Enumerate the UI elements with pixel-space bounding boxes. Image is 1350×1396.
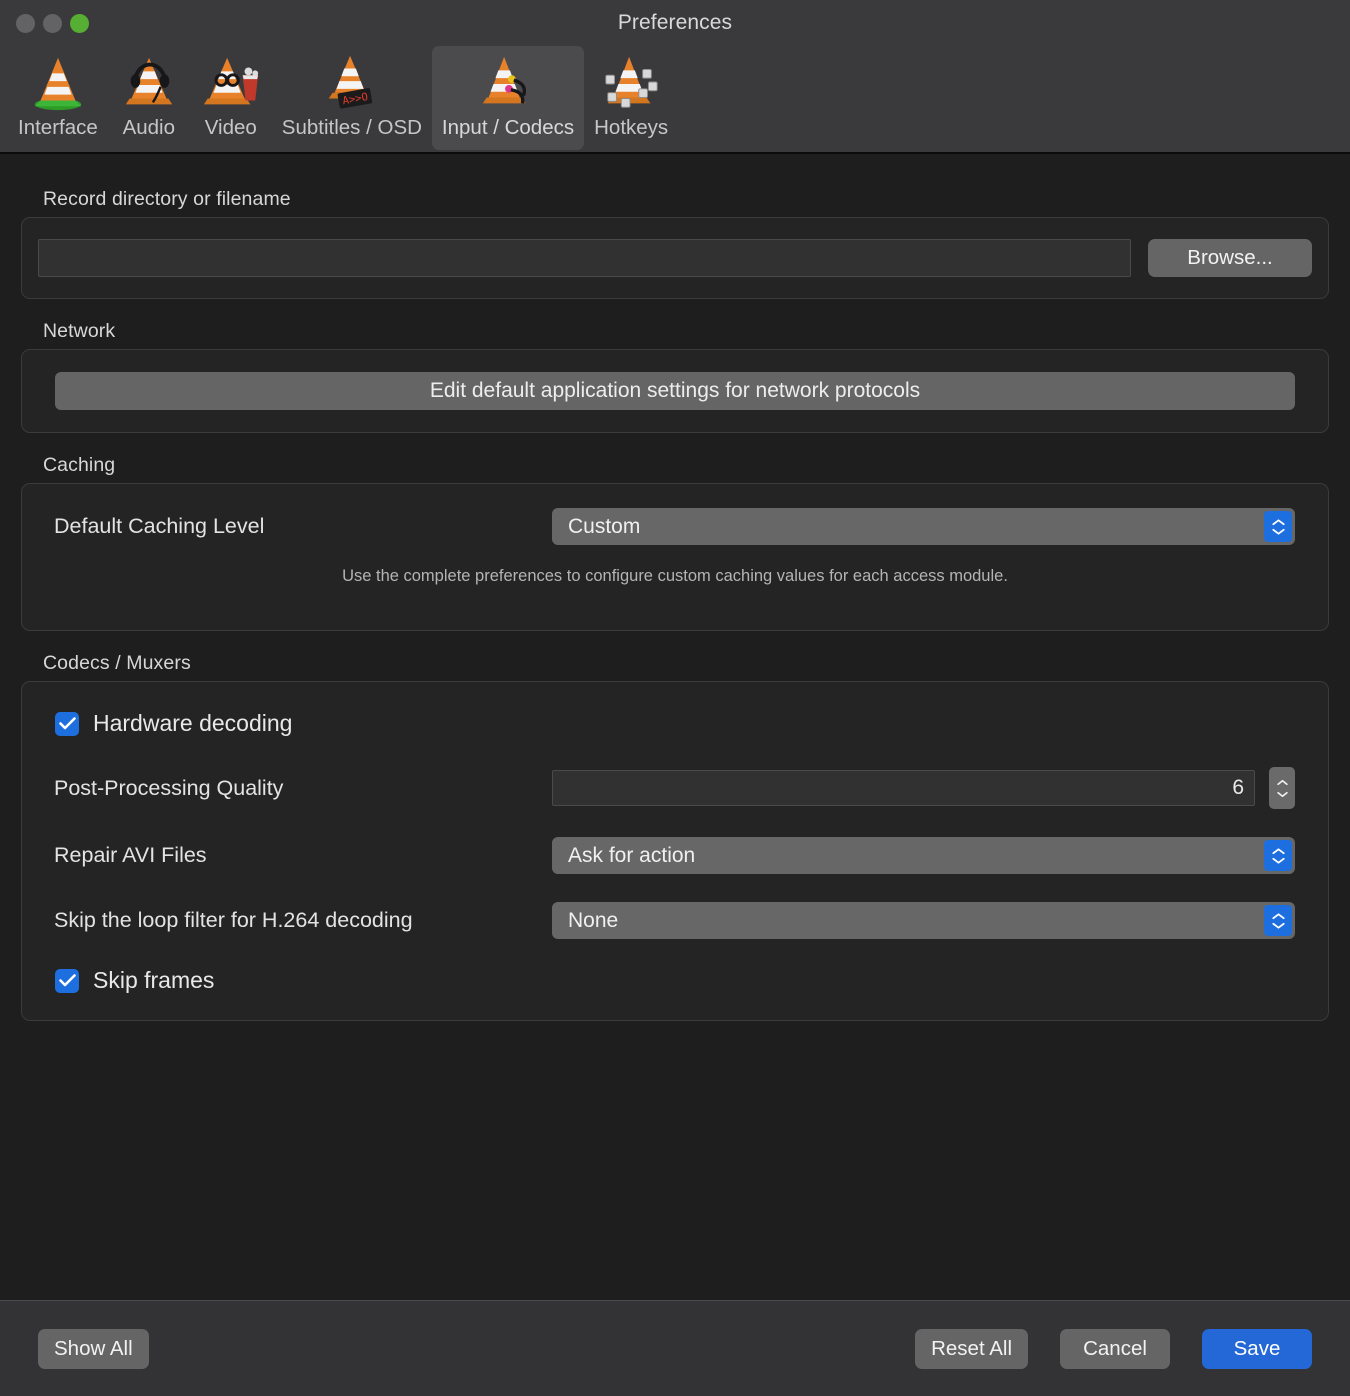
tab-subtitles-osd-label: Subtitles / OSD — [281, 116, 422, 139]
edit-network-protocols-button[interactable]: Edit default application settings for ne… — [55, 372, 1295, 410]
skip-loop-filter-select[interactable]: None — [552, 902, 1295, 939]
caching-section: Caching Default Caching Level Custom Use… — [21, 454, 1329, 631]
tab-hotkeys-label: Hotkeys — [594, 116, 669, 139]
record-panel: Browse... — [21, 217, 1329, 299]
record-section: Record directory or filename Browse... — [21, 188, 1329, 299]
show-all-button[interactable]: Show All — [38, 1328, 149, 1369]
skip-frames-row: Skip frames — [22, 967, 1328, 994]
record-path-input[interactable] — [38, 239, 1131, 277]
vlc-cone-interface-icon — [34, 57, 82, 111]
tab-input-codecs-label: Input / Codecs — [441, 116, 575, 139]
record-section-title: Record directory or filename — [43, 188, 291, 210]
footer-bar: Show All Reset All Cancel Save — [0, 1300, 1350, 1396]
vlc-cone-video-icon — [203, 57, 258, 105]
tab-interface[interactable]: Interface — [8, 46, 108, 144]
vlc-cone-subtitles-icon: A>>O — [328, 55, 372, 109]
repair-avi-select[interactable]: Ask for action — [552, 837, 1295, 874]
codecs-section-title: Codecs / Muxers — [43, 652, 191, 674]
stepper-arrows-icon[interactable] — [1264, 840, 1292, 871]
codecs-panel: Hardware decoding Post-Processing Qualit… — [21, 681, 1329, 1021]
title-bar: Preferences — [0, 0, 1350, 46]
pp-quality-input[interactable] — [552, 770, 1255, 806]
preferences-toolbar: Interface Audio Video A>>O Subtitles / O… — [0, 46, 1350, 154]
tab-subtitles-osd[interactable]: A>>O Subtitles / OSD — [272, 46, 432, 144]
checkmark-icon — [58, 974, 76, 987]
preferences-window: Preferences Interface Audio Video A>>O S… — [0, 0, 1350, 1396]
skip-frames-checkbox[interactable] — [55, 968, 79, 993]
caching-section-title: Caching — [43, 454, 116, 476]
network-panel: Edit default application settings for ne… — [21, 349, 1329, 433]
hardware-decoding-label: Hardware decoding — [93, 710, 293, 736]
pp-quality-stepper[interactable] — [1269, 767, 1295, 809]
minimize-icon[interactable] — [43, 14, 62, 33]
tab-interface-label: Interface — [18, 116, 98, 139]
vlc-cone-hotkeys-icon — [605, 56, 658, 108]
pp-quality-label: Post-Processing Quality — [54, 775, 284, 800]
caching-hint-text: Use the complete preferences to configur… — [342, 567, 1008, 585]
repair-avi-value: Ask for action — [568, 843, 696, 867]
caching-level-select[interactable]: Custom — [552, 508, 1295, 545]
reset-all-button[interactable]: Reset All — [915, 1328, 1028, 1369]
network-section: Network Edit default application setting… — [21, 320, 1329, 433]
cancel-button[interactable]: Cancel — [1060, 1328, 1170, 1369]
close-icon[interactable] — [16, 14, 35, 33]
tab-audio[interactable]: Audio — [108, 46, 190, 144]
codecs-section: Codecs / Muxers Hardware decoding Post-P… — [21, 652, 1329, 1021]
caching-panel: Default Caching Level Custom Use the com… — [21, 483, 1329, 631]
zoom-icon[interactable] — [70, 14, 89, 33]
skip-loop-filter-label: Skip the loop filter for H.264 decoding — [54, 908, 413, 932]
hardware-decoding-row: Hardware decoding — [22, 710, 1328, 737]
save-button[interactable]: Save — [1202, 1328, 1312, 1369]
skip-loop-filter-value: None — [568, 908, 619, 932]
tab-video-label: Video — [204, 116, 257, 139]
tab-input-codecs[interactable]: Input / Codecs — [431, 46, 585, 150]
tab-audio-label: Audio — [122, 116, 175, 139]
network-section-title: Network — [43, 320, 116, 342]
hardware-decoding-checkbox[interactable] — [55, 711, 79, 736]
preferences-content: Record directory or filename Browse... N… — [0, 154, 1350, 1300]
vlc-cone-audio-icon — [125, 57, 173, 105]
skip-loop-filter-row: Skip the loop filter for H.264 decoding … — [22, 902, 1328, 939]
caching-level-value: Custom — [568, 514, 641, 538]
pp-quality-row: Post-Processing Quality — [22, 767, 1328, 809]
vlc-cone-input-codecs-icon — [482, 56, 527, 104]
repair-avi-row: Repair AVI Files Ask for action — [22, 837, 1328, 874]
browse-button[interactable]: Browse... — [1148, 239, 1312, 277]
checkmark-icon — [58, 717, 76, 730]
stepper-arrows-icon[interactable] — [1264, 511, 1292, 542]
tab-hotkeys[interactable]: Hotkeys — [584, 46, 678, 144]
tab-video[interactable]: Video — [190, 46, 272, 144]
caching-level-label: Default Caching Level — [54, 514, 265, 538]
traffic-lights — [16, 14, 89, 33]
window-title: Preferences — [617, 11, 733, 34]
caching-level-row: Default Caching Level Custom — [22, 508, 1328, 545]
stepper-arrows-icon[interactable] — [1264, 905, 1292, 936]
repair-avi-label: Repair AVI Files — [54, 843, 207, 867]
skip-frames-label: Skip frames — [93, 967, 215, 993]
